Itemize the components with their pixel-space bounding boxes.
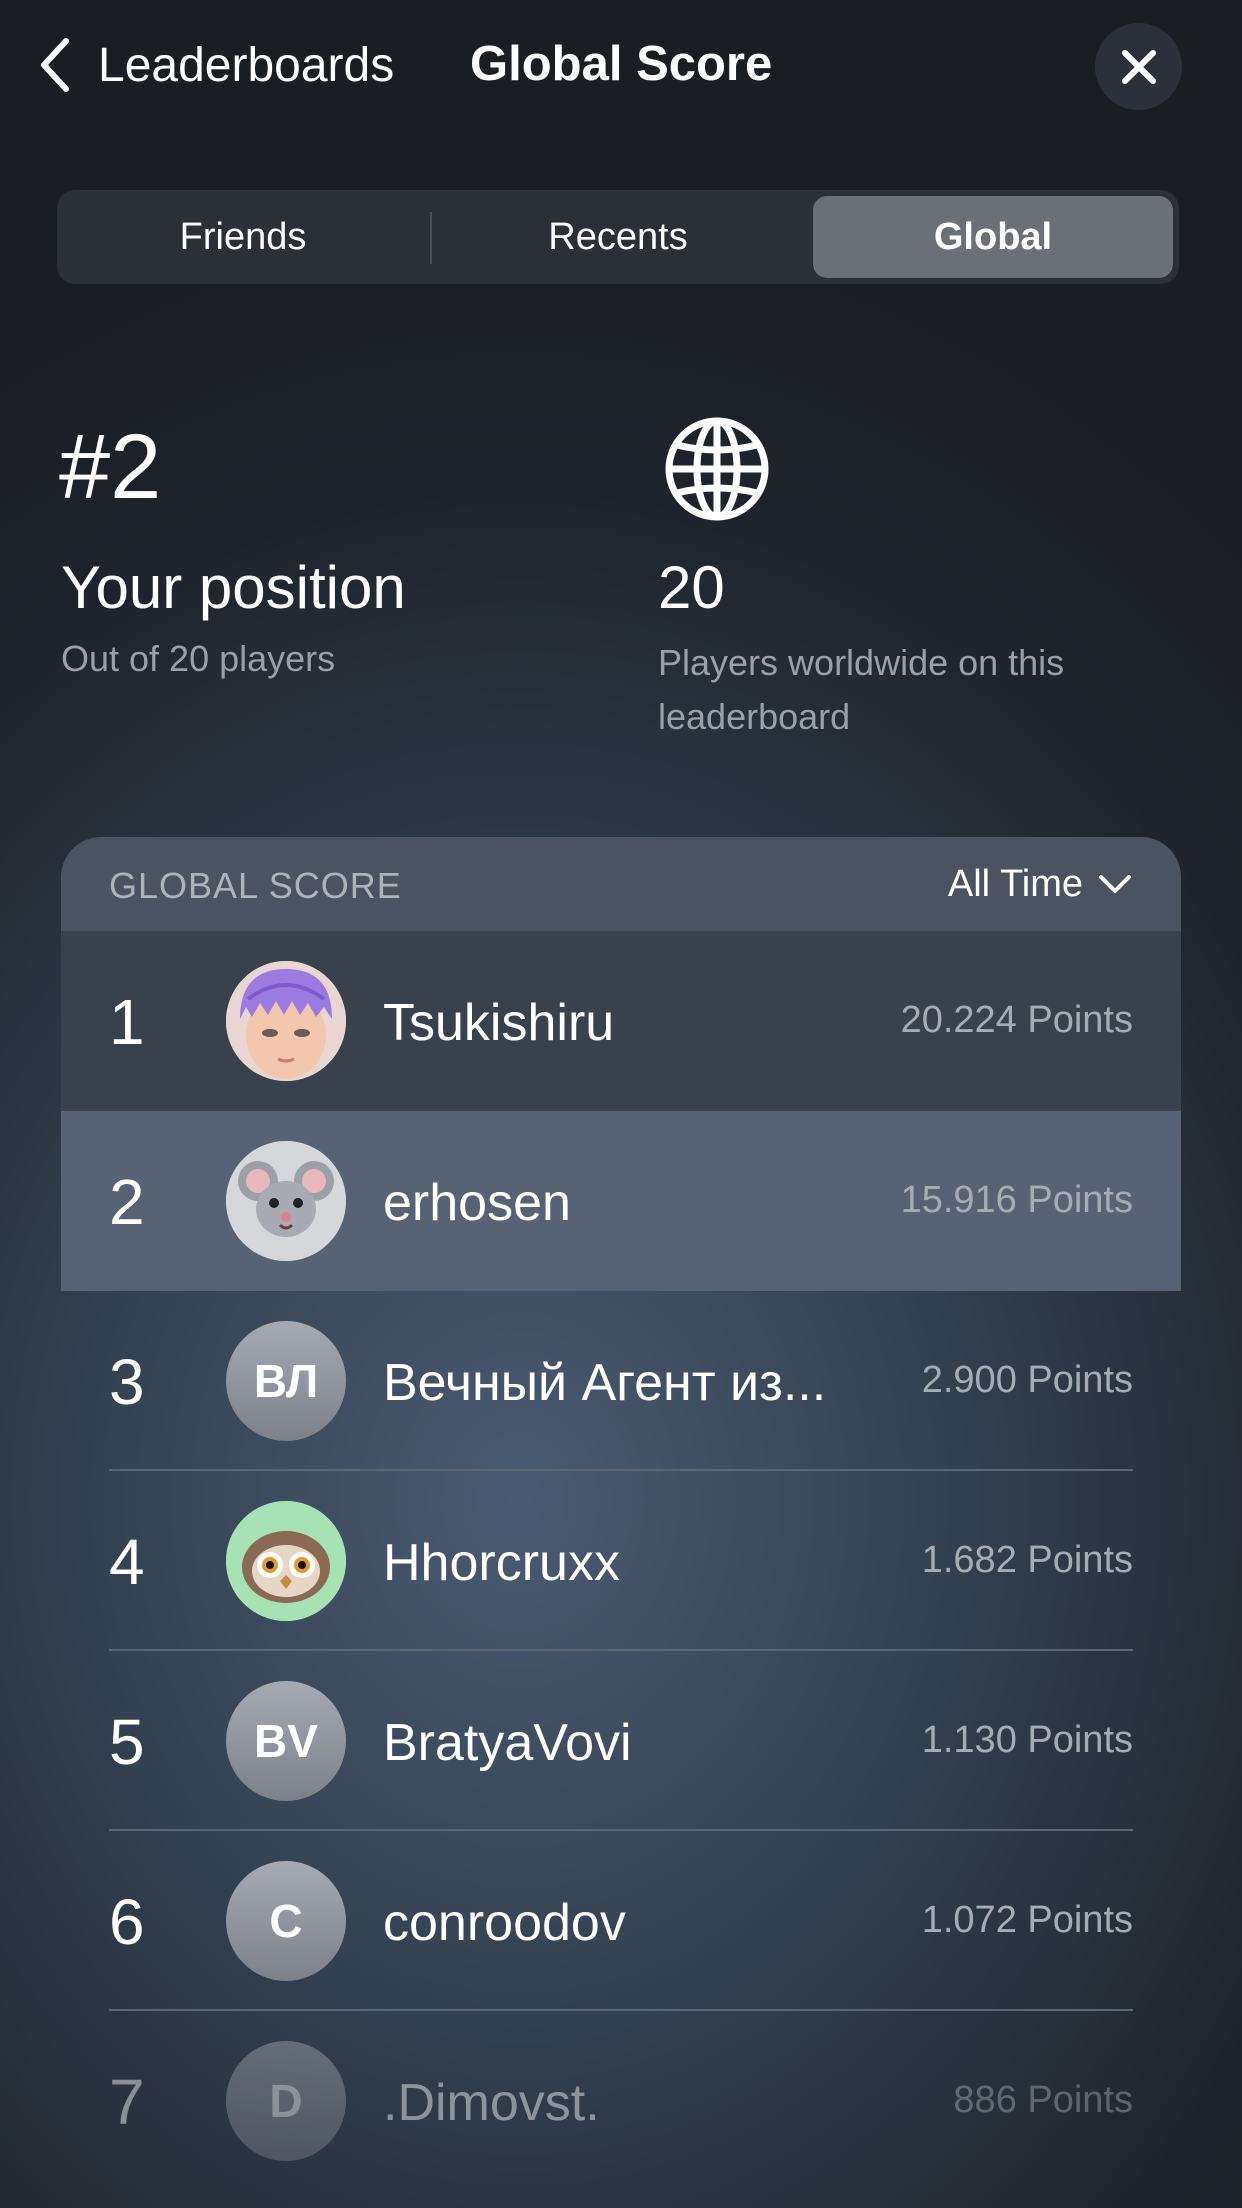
- back-label: Leaderboards: [98, 38, 395, 92]
- mouse-avatar-icon: [226, 1141, 346, 1261]
- leaderboard-title: GLOBAL SCORE: [109, 865, 402, 906]
- leaderboard-row[interactable]: 1 Tsukishiru 20.224 Points: [61, 931, 1181, 1111]
- avatar-initials: C: [226, 1861, 346, 1981]
- player-points: 886 Points: [953, 2079, 1133, 2121]
- player-points: 2.900 Points: [921, 1359, 1133, 1401]
- chevron-left-icon: [41, 38, 69, 92]
- row-rank: 7: [109, 2066, 145, 2138]
- memoji-avatar-icon: [226, 961, 346, 1081]
- row-rank: 4: [109, 1526, 145, 1598]
- row-rank: 6: [109, 1886, 145, 1958]
- globe-icon: [665, 417, 769, 521]
- leaderboard-row[interactable]: 4 Hhorcruxx 1.682 Points: [61, 1471, 1181, 1651]
- position-rank: #2: [59, 416, 162, 518]
- avatar-initials: D: [226, 2041, 346, 2161]
- leaderboard-header: GLOBAL SCORE All Time: [61, 837, 1181, 931]
- avatar: [226, 1141, 346, 1261]
- leaderboard-row[interactable]: 6 C conroodov 1.072 Points: [61, 1831, 1181, 2011]
- close-button[interactable]: [1095, 23, 1182, 110]
- position-subtitle: Out of 20 players: [61, 638, 336, 679]
- row-rank: 1: [109, 986, 145, 1058]
- tab-friends[interactable]: Friends: [63, 196, 423, 278]
- player-name: erhosen: [383, 1174, 571, 1232]
- player-name: BratyaVovi: [383, 1714, 632, 1772]
- leaderboard-row[interactable]: 5 BV BratyaVovi 1.130 Points: [61, 1651, 1181, 1831]
- avatar: [226, 1501, 346, 1621]
- page-title: Global Score: [470, 37, 773, 91]
- avatar-initials: ВЛ: [226, 1321, 346, 1441]
- back-button[interactable]: Leaderboards: [36, 30, 394, 100]
- player-points: 20.224 Points: [900, 999, 1133, 1041]
- leaderboard-row-current-user[interactable]: 2 erhosen 15.916 Points: [61, 1111, 1181, 1291]
- row-rank: 2: [109, 1166, 145, 1238]
- player-points: 1.130 Points: [921, 1719, 1133, 1761]
- period-label: All Time: [947, 863, 1083, 905]
- player-points: 15.916 Points: [900, 1179, 1133, 1221]
- player-name: Вечный Агент из...: [383, 1354, 827, 1412]
- avatar-initials: BV: [226, 1681, 346, 1801]
- leaderboard-row[interactable]: 7 D .Dimovst. 886 Points: [61, 2011, 1181, 2191]
- player-name: Hhorcruxx: [383, 1534, 620, 1592]
- tab-recents[interactable]: Recents: [438, 196, 798, 278]
- player-name: Tsukishiru: [383, 994, 615, 1052]
- tab-global[interactable]: Global: [813, 196, 1173, 278]
- player-name: .Dimovst.: [383, 2074, 600, 2132]
- player-count: 20: [658, 554, 725, 621]
- segment-divider: [430, 212, 432, 264]
- player-points: 1.682 Points: [921, 1539, 1133, 1581]
- leaderboard-card: GLOBAL SCORE All Time 1 Tsukishiru 20.22…: [61, 837, 1181, 2208]
- row-rank: 5: [109, 1706, 145, 1778]
- period-dropdown[interactable]: All Time: [948, 863, 1133, 906]
- navigation-bar: Leaderboards Global Score: [0, 0, 1242, 140]
- chevron-down-icon: [1099, 874, 1131, 893]
- player-name: conroodov: [383, 1894, 626, 1952]
- player-count-subtitle: Players worldwide on this leaderboard: [658, 642, 1065, 737]
- avatar: [226, 961, 346, 1081]
- player-points: 1.072 Points: [921, 1899, 1133, 1941]
- row-rank: 3: [109, 1346, 145, 1418]
- position-label: Your position: [61, 554, 406, 621]
- scope-segmented-control: Friends Recents Global: [57, 190, 1179, 284]
- close-icon: [1121, 49, 1156, 84]
- owl-avatar-icon: [226, 1501, 346, 1621]
- leaderboard-row[interactable]: 3 ВЛ Вечный Агент из... 2.900 Points: [61, 1291, 1181, 1471]
